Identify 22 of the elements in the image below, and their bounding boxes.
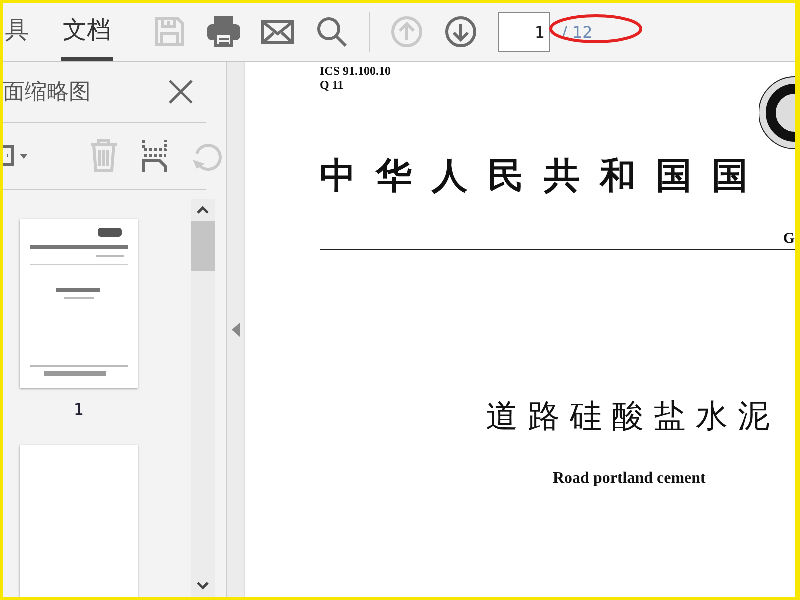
page-label: 1 bbox=[74, 400, 84, 419]
panel-title: 面缩略图 bbox=[3, 78, 91, 106]
next-page-button[interactable] bbox=[444, 15, 478, 49]
scroll-up-icon[interactable] bbox=[196, 205, 210, 215]
standard-code: G bbox=[783, 231, 795, 248]
scroll-down-icon[interactable] bbox=[196, 581, 210, 591]
english-name: Road portland cement bbox=[552, 470, 707, 488]
classification-code: Q 11 bbox=[320, 78, 345, 92]
page-thumbnail[interactable] bbox=[20, 445, 138, 597]
page-number-field[interactable]: 1 bbox=[498, 12, 550, 52]
ics-code: ICS 91.100.10 bbox=[320, 64, 392, 78]
search-button[interactable] bbox=[315, 15, 349, 49]
collapse-panel-icon[interactable] bbox=[232, 322, 240, 336]
scrollbar-thumb[interactable] bbox=[191, 221, 215, 271]
standard-title: 中华人民共和国国 bbox=[320, 155, 769, 198]
close-icon[interactable] bbox=[168, 79, 194, 105]
document-name: 道路硅酸盐水泥 bbox=[485, 397, 781, 436]
print-button[interactable] bbox=[207, 15, 241, 49]
page-thumbnail[interactable] bbox=[20, 219, 138, 388]
scrollbar[interactable] bbox=[191, 199, 215, 597]
extract-button[interactable] bbox=[141, 139, 169, 173]
menu-tab[interactable]: 具 bbox=[3, 3, 31, 61]
